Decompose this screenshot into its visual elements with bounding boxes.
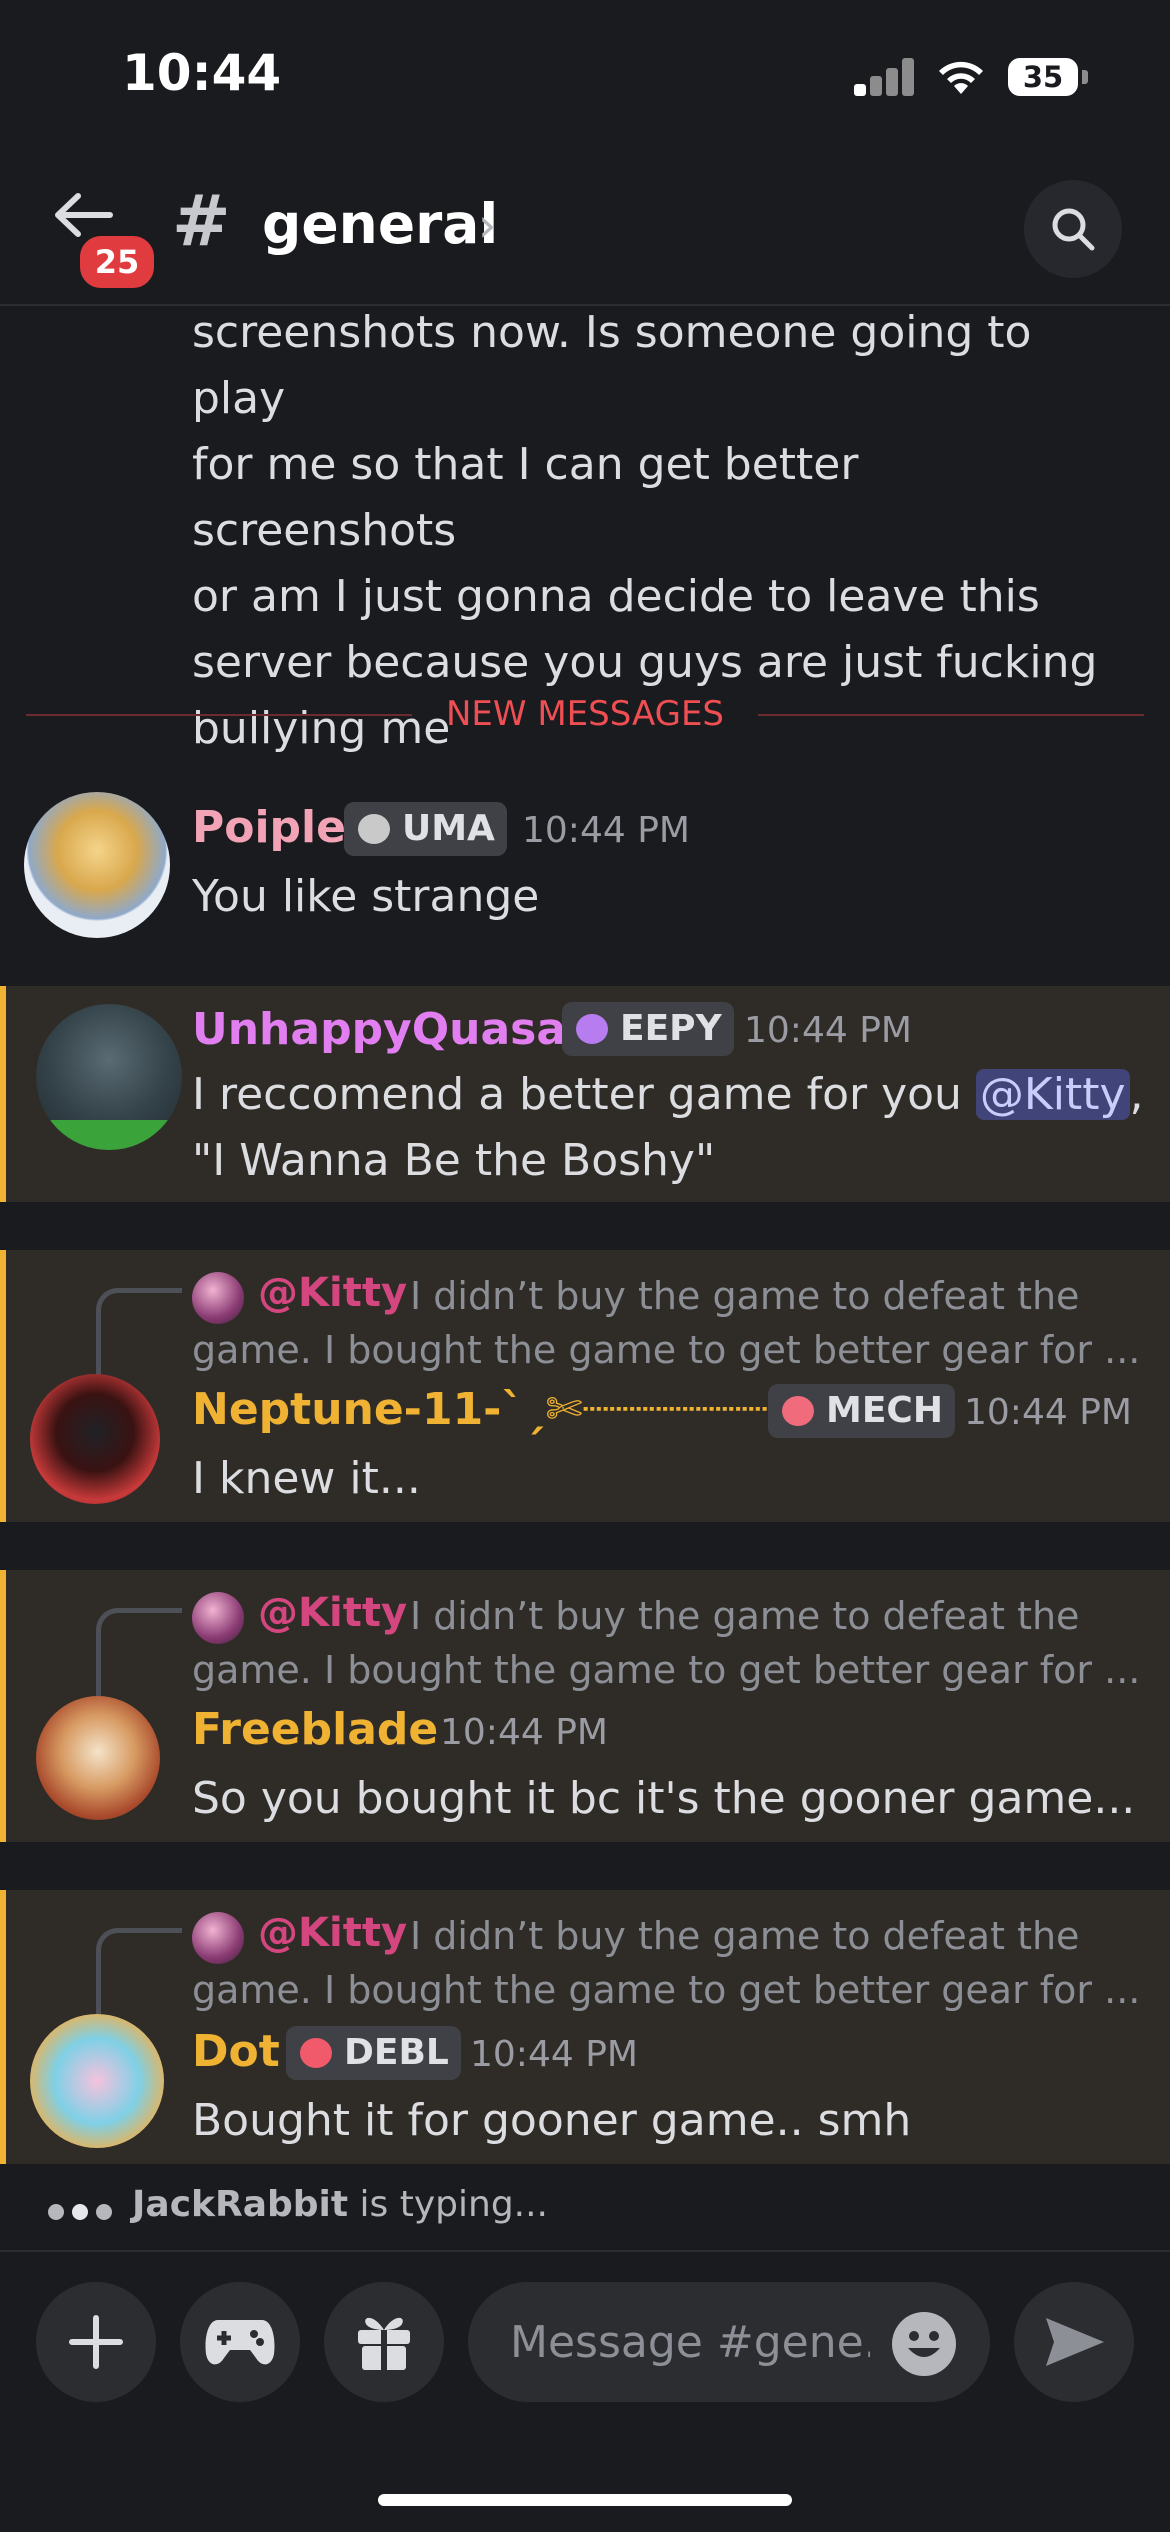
reply-avatar: [192, 1912, 244, 1964]
home-indicator: [378, 2494, 792, 2506]
role-tag: EEPY: [562, 1002, 734, 1056]
username[interactable]: Dot: [192, 2026, 280, 2077]
search-icon: [1052, 208, 1095, 251]
avatar[interactable]: [30, 1374, 160, 1504]
typing-text: JackRabbit is typing...: [132, 2184, 548, 2225]
battery-cap: [1082, 70, 1088, 84]
role-icon: [358, 814, 390, 844]
typing-indicator: JackRabbit is typing...: [0, 2166, 1170, 2252]
role-tag: UMA: [344, 802, 507, 856]
username[interactable]: Poiple: [192, 802, 346, 853]
message-neptune[interactable]: @Kitty I didn’t buy the game to defeat t…: [0, 1250, 1170, 1522]
reply-reference[interactable]: @Kitty I didn’t buy the game to defeat t…: [0, 1570, 1170, 1700]
timestamp: 10:44 PM: [964, 1392, 1132, 1433]
reply-avatar: [192, 1592, 244, 1644]
gift-icon: [358, 2317, 410, 2372]
message-input[interactable]: [510, 2312, 870, 2372]
new-messages-label: NEW MESSAGES: [445, 694, 725, 734]
message-unhappyquasar[interactable]: UnhappyQuasar EEPY 10:44 PM I reccomend …: [0, 986, 1170, 1202]
chevron-right-icon[interactable]: ›: [478, 198, 496, 252]
reply-snippet: I didn’t buy the game to defeat the: [410, 1594, 1080, 1638]
reply-snippet-2: game. I bought the game to get better ge…: [192, 1968, 1141, 2012]
message-freeblade[interactable]: @Kitty I didn’t buy the game to defeat t…: [0, 1570, 1170, 1842]
reply-snippet: I didn’t buy the game to defeat the: [410, 1274, 1080, 1318]
reply-connector: [96, 1928, 182, 2020]
message-text: You like strange: [192, 871, 540, 922]
unread-badge: 25: [75, 231, 159, 293]
role-tag: MECH: [768, 1384, 955, 1438]
channel-hash-icon: #: [172, 180, 231, 262]
reply-reference[interactable]: @Kitty I didn’t buy the game to defeat t…: [0, 1890, 1170, 2020]
mention-kitty[interactable]: @Kitty: [975, 1069, 1130, 1120]
message-text: Bought it for gooner game.. smh: [192, 2095, 912, 2146]
avatar[interactable]: [36, 1696, 160, 1820]
battery-icon: 35: [1008, 58, 1078, 96]
gift-button[interactable]: [324, 2282, 444, 2402]
typing-dot: [96, 2204, 112, 2220]
search-button[interactable]: [1024, 180, 1122, 278]
message-line: or am I just gonna decide to leave this: [192, 571, 1040, 622]
message-dot[interactable]: @Kitty I didn’t buy the game to defeat t…: [0, 1890, 1170, 2164]
add-button[interactable]: [36, 2282, 156, 2402]
channel-header: 25 # general ›: [0, 150, 1170, 306]
message-text: I reccomend a better game for you @Kitty…: [192, 1069, 1144, 1120]
reply-mention[interactable]: @Kitty: [258, 1590, 407, 1636]
role-tag: DEBL: [286, 2026, 461, 2080]
message-text-line2: "I Wanna Be the Boshy": [192, 1135, 716, 1186]
plus-icon: [69, 2315, 123, 2369]
timestamp: 10:44 PM: [522, 810, 690, 851]
reply-snippet-2: game. I bought the game to get better ge…: [192, 1328, 1141, 1372]
activities-button[interactable]: [180, 2282, 300, 2402]
message-text: I knew it...: [192, 1453, 421, 1504]
status-time: 10:44: [122, 44, 282, 102]
message-line: screenshots now. Is someone going to pla…: [192, 307, 1032, 424]
role-icon: [576, 1014, 608, 1044]
username[interactable]: UnhappyQuasar: [192, 1004, 588, 1055]
skull-icon: [782, 1396, 814, 1426]
channel-name[interactable]: general: [262, 192, 498, 256]
role-icon: [300, 2038, 332, 2068]
reply-mention[interactable]: @Kitty: [258, 1270, 407, 1316]
emoji-icon[interactable]: [892, 2312, 956, 2376]
reply-avatar: [192, 1272, 244, 1324]
message-poiple[interactable]: Poiple UMA 10:44 PM You like strange: [0, 780, 1170, 950]
typing-dot: [72, 2204, 88, 2220]
typing-dot: [48, 2204, 64, 2220]
new-messages-divider: NEW MESSAGES: [26, 690, 1144, 740]
username[interactable]: Neptune-11-`ˏ✄┈┈┈┈┈┈┈┈┈┈: [192, 1384, 847, 1435]
message-text: So you bought it bc it's the gooner game…: [192, 1773, 1136, 1824]
reply-snippet: I didn’t buy the game to defeat the: [410, 1914, 1080, 1958]
send-button[interactable]: [1014, 2282, 1134, 2402]
gamepad-icon: [205, 2320, 275, 2365]
message-line: for me so that I can get better screensh…: [192, 439, 859, 556]
avatar[interactable]: [24, 792, 170, 938]
message-line: server because you guys are just fucking: [192, 637, 1098, 688]
reply-connector: [96, 1288, 182, 1380]
reply-reference[interactable]: @Kitty I didn’t buy the game to defeat t…: [0, 1250, 1170, 1380]
typing-user: JackRabbit: [132, 2184, 349, 2225]
send-icon: [1046, 2318, 1104, 2366]
reply-mention[interactable]: @Kitty: [258, 1910, 407, 1956]
message-composer[interactable]: [468, 2282, 990, 2402]
reply-snippet-2: game. I bought the game to get better ge…: [192, 1648, 1141, 1692]
signal-icon: [854, 58, 914, 96]
wifi-icon: [939, 61, 983, 94]
avatar[interactable]: [36, 1004, 182, 1150]
timestamp: 10:44 PM: [440, 1712, 608, 1753]
timestamp: 10:44 PM: [470, 2034, 638, 2075]
timestamp: 10:44 PM: [744, 1010, 912, 1051]
reply-connector: [96, 1608, 182, 1700]
avatar[interactable]: [30, 2014, 164, 2148]
smiley-face: [908, 2331, 940, 2357]
username[interactable]: Freeblade: [192, 1704, 438, 1755]
status-bar: 10:44 35: [0, 0, 1170, 150]
